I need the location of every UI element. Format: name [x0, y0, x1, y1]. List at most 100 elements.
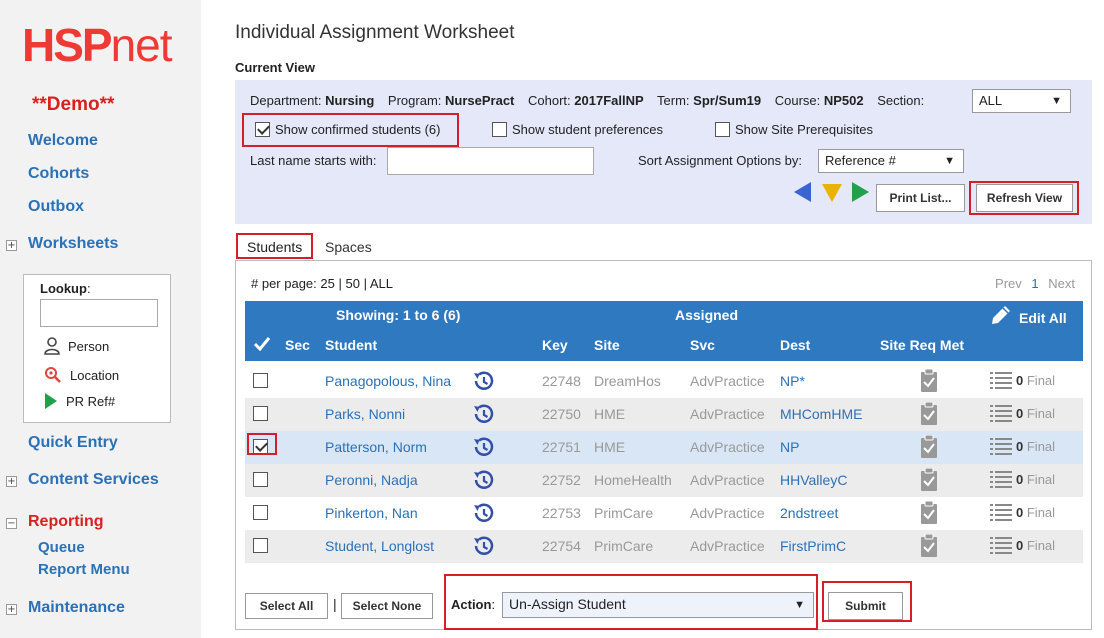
list-icon[interactable] [990, 437, 1012, 455]
highlight-box [822, 581, 912, 622]
header-sec[interactable]: Sec [285, 337, 310, 353]
table-row[interactable]: Pinkerton, Nan 22753 PrimCare AdvPractice 2n… [245, 497, 1083, 530]
table-row[interactable]: Panagopolous, Nina 22748 DreamHos AdvPracti… [245, 365, 1083, 398]
final-status: 0 Final [1016, 472, 1056, 487]
row-checkbox[interactable] [253, 472, 268, 487]
history-icon[interactable] [471, 534, 495, 558]
student-name-link[interactable]: Panagopolous, Nina [325, 373, 451, 389]
student-name-link[interactable]: Student, Longlost [325, 538, 434, 554]
program-value: NursePract [445, 93, 515, 108]
table-row[interactable]: Patterson, Norm 22751 HME AdvPractice NP 0 Fi… [245, 431, 1083, 464]
nav-welcome[interactable]: Welcome [28, 132, 98, 150]
nav-reporting[interactable]: Reporting [28, 513, 104, 531]
sort-select[interactable]: Reference # ▼ [818, 149, 964, 173]
lookup-box: Lookup: Person Location PR Ref# [23, 274, 171, 423]
expand-icon[interactable]: + [6, 240, 17, 251]
nav-report-menu[interactable]: Report Menu [38, 561, 130, 578]
nav-quick-entry[interactable]: Quick Entry [28, 434, 118, 452]
key-cell: 22748 [542, 373, 581, 389]
header-site[interactable]: Site [594, 337, 620, 353]
section-label: Section: [877, 93, 925, 108]
show-prereqs-checkbox[interactable]: Show Site Prerequisites [715, 122, 873, 137]
page-number[interactable]: 1 [1031, 276, 1038, 291]
select-all-button[interactable]: Select All [245, 593, 328, 619]
lastname-input[interactable] [387, 147, 594, 175]
nav-content-services[interactable]: Content Services [28, 471, 159, 489]
header-dest[interactable]: Dest [780, 337, 810, 353]
key-cell: 22751 [542, 439, 581, 455]
check-all-icon[interactable] [253, 336, 271, 351]
select-none-button[interactable]: Select None [341, 593, 433, 619]
tab-spaces[interactable]: Spaces [325, 239, 372, 255]
row-checkbox[interactable] [253, 406, 268, 421]
checkbox-icon[interactable] [715, 122, 730, 137]
expand-icon[interactable]: + [6, 476, 17, 487]
list-icon[interactable] [990, 371, 1012, 389]
print-list-button[interactable]: Print List... [876, 184, 965, 212]
lookup-input[interactable] [40, 299, 158, 327]
nav-maintenance[interactable]: Maintenance [28, 599, 125, 617]
list-icon[interactable] [990, 503, 1012, 521]
dest-link[interactable]: FirstPrimC [780, 538, 846, 554]
play-icon [45, 393, 57, 409]
sort-label: Sort Assignment Options by: [638, 153, 803, 168]
student-name-link[interactable]: Patterson, Norm [325, 439, 427, 455]
nav-cohorts[interactable]: Cohorts [28, 165, 89, 183]
history-icon[interactable] [471, 402, 495, 426]
table-row[interactable]: Student, Longlost 22754 PrimCare AdvPractic… [245, 530, 1083, 563]
row-checkbox[interactable] [253, 373, 268, 388]
per-page-25[interactable]: 25 [320, 276, 334, 291]
previous-arrow-icon[interactable] [794, 182, 811, 202]
row-checkbox[interactable] [253, 505, 268, 520]
nav-outbox[interactable]: Outbox [28, 198, 84, 216]
row-checkbox[interactable] [253, 538, 268, 553]
dest-link[interactable]: NP* [780, 373, 805, 389]
history-icon[interactable] [471, 369, 495, 393]
per-page-50[interactable]: 50 [345, 276, 359, 291]
expand-icon[interactable]: + [6, 604, 17, 615]
lookup-prref[interactable]: PR Ref# [44, 392, 115, 410]
final-status: 0 Final [1016, 439, 1056, 454]
final-status: 0 Final [1016, 505, 1056, 520]
table-row[interactable]: Parks, Nonni 22750 HME AdvPractice MHComHME 0… [245, 398, 1083, 431]
dest-link[interactable]: 2ndstreet [780, 505, 838, 521]
header-student[interactable]: Student [325, 337, 377, 353]
down-arrow-icon[interactable] [822, 184, 842, 202]
dest-link[interactable]: HHValleyC [780, 472, 847, 488]
header-site-req-met[interactable]: Site Req Met [880, 337, 964, 353]
location-search-icon [45, 367, 61, 383]
lookup-person[interactable]: Person [44, 337, 109, 355]
edit-all-button[interactable]: Edit All [989, 303, 1067, 327]
checkbox-icon[interactable] [492, 122, 507, 137]
dest-link[interactable]: MHComHME [780, 406, 862, 422]
student-name-link[interactable]: Peronni, Nadja [325, 472, 418, 488]
prev-link[interactable]: Prev [995, 276, 1022, 291]
history-icon[interactable] [471, 501, 495, 525]
dest-link[interactable]: NP [780, 439, 799, 455]
student-name-link[interactable]: Pinkerton, Nan [325, 505, 418, 521]
students-panel: # per page: 25 | 50 | ALL Prev 1 Next Sh… [235, 260, 1092, 630]
header-key[interactable]: Key [542, 337, 568, 353]
collapse-icon[interactable]: − [6, 518, 17, 529]
history-icon[interactable] [471, 435, 495, 459]
header-svc[interactable]: Svc [690, 337, 715, 353]
list-icon[interactable] [990, 404, 1012, 422]
next-link[interactable]: Next [1048, 276, 1075, 291]
hspnet-logo[interactable]: HSPnet [22, 20, 173, 70]
next-arrow-icon[interactable] [852, 182, 869, 202]
table-row[interactable]: Peronni, Nadja 22752 HomeHealth AdvPractice… [245, 464, 1083, 497]
student-name-link[interactable]: Parks, Nonni [325, 406, 405, 422]
lookup-location-label: Location [70, 367, 120, 383]
lookup-location[interactable]: Location [44, 366, 119, 384]
nav-worksheets[interactable]: Worksheets [28, 235, 118, 253]
nav-queue[interactable]: Queue [38, 539, 85, 556]
list-icon[interactable] [990, 470, 1012, 488]
list-icon[interactable] [990, 536, 1012, 554]
history-icon[interactable] [471, 468, 495, 492]
per-page-all[interactable]: ALL [370, 276, 393, 291]
svc-cell: AdvPractice [690, 439, 765, 455]
lookup-prref-label: PR Ref# [66, 393, 116, 409]
section-select[interactable]: ALL ▼ [972, 89, 1071, 113]
final-status: 0 Final [1016, 373, 1056, 388]
show-preferences-checkbox[interactable]: Show student preferences [492, 122, 663, 137]
